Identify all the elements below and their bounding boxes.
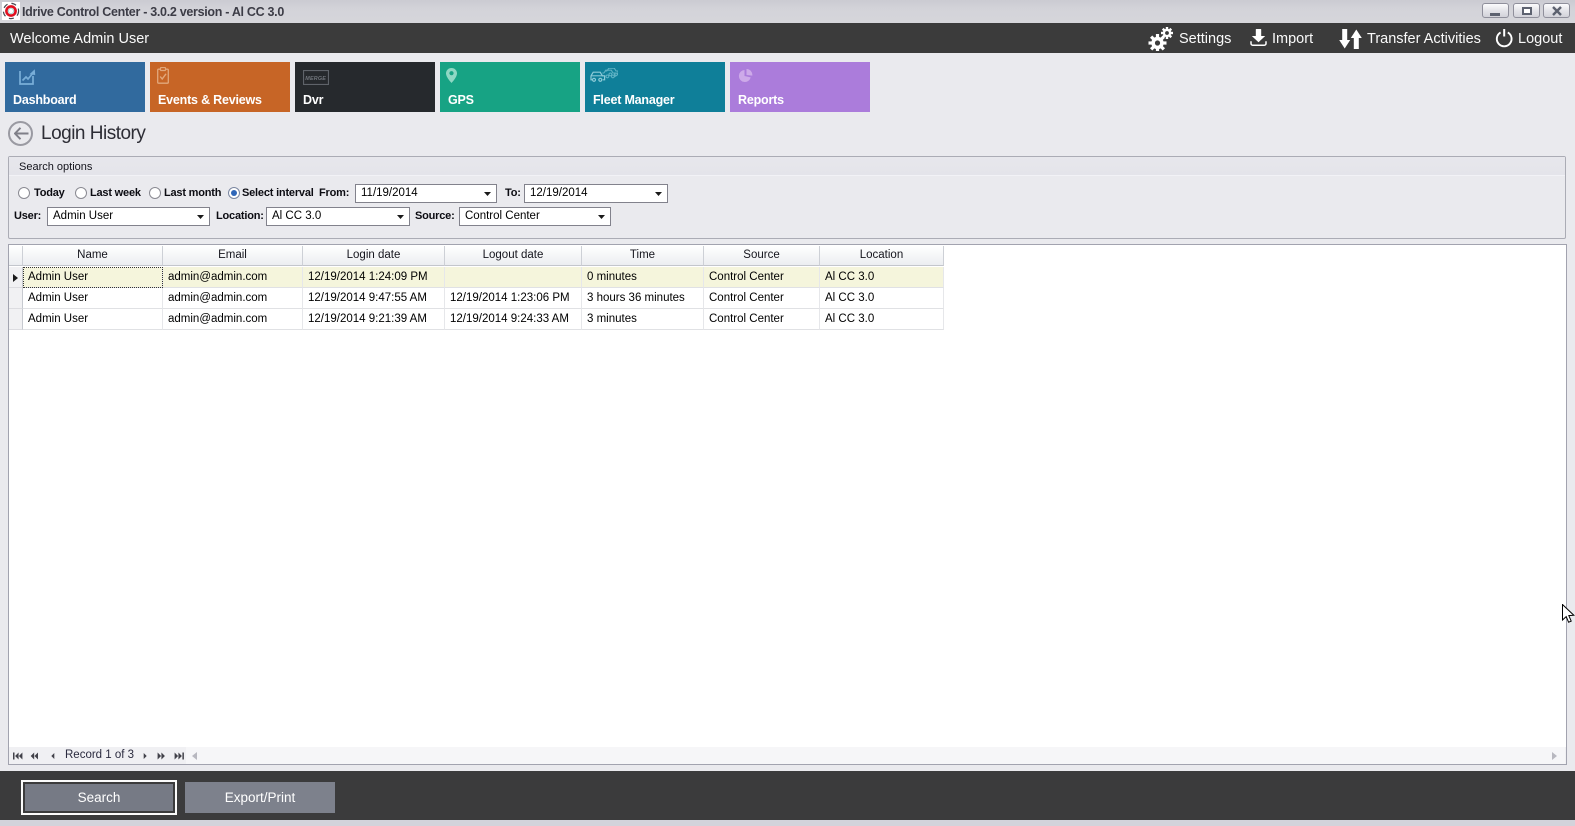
svg-text:MERGE: MERGE: [305, 76, 326, 82]
